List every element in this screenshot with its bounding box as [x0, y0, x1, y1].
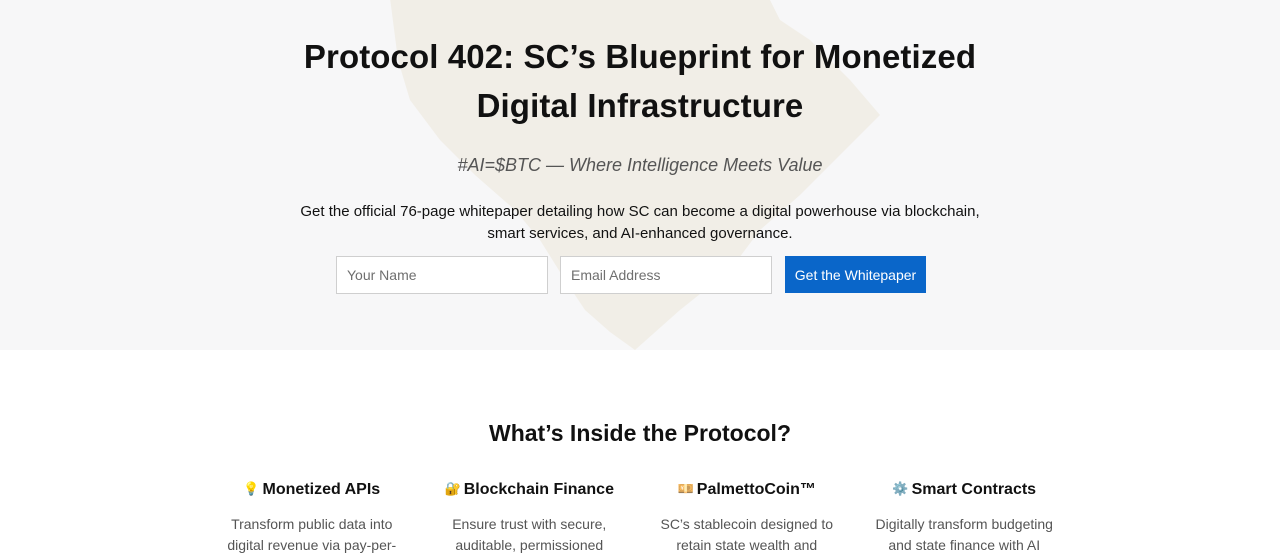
feature-description-line: and state finance with AI — [888, 537, 1041, 553]
feature-card-monetized-apis: 💡 Monetized APIs Transform public data in… — [203, 478, 421, 555]
feature-title: Smart Contracts — [911, 481, 1037, 498]
page-title: Protocol 402: SC’s Blueprint for Monetiz… — [0, 0, 1280, 130]
feature-heading: 💴 PalmettoCoin™ — [638, 478, 856, 501]
get-whitepaper-button[interactable]: Get the Whitepaper — [785, 256, 926, 293]
intro-text-line-2: smart services, and AI-enhanced governan… — [487, 225, 793, 242]
feature-description: SC’s stablecoin designed to retain state… — [654, 514, 839, 555]
feature-card-blockchain-finance: 🔐 Blockchain Finance Ensure trust with se… — [421, 478, 639, 555]
feature-description: Ensure trust with secure, auditable, per… — [437, 514, 622, 555]
feature-description-line: SC’s stablecoin designed to — [660, 516, 834, 532]
tagline: #AI=$BTC — Where Intelligence Meets Valu… — [457, 155, 823, 175]
gear-icon: ⚙️ — [892, 481, 909, 496]
features-section: What’s Inside the Protocol? 💡 Monetized A… — [0, 350, 1280, 555]
feature-card-palmettocoin: 💴 PalmettoCoin™ SC’s stablecoin designed … — [638, 478, 856, 555]
lock-with-key-icon: 🔐 — [444, 481, 461, 496]
feature-title: PalmettoCoin™ — [696, 481, 816, 498]
feature-description-line: Digitally transform budgeting — [875, 516, 1053, 532]
page-title-line-1: Protocol 402: SC’s Blueprint for Monetiz… — [303, 38, 977, 75]
feature-description-line: digital revenue via pay-per- — [227, 537, 397, 553]
feature-description-line: Transform public data into — [231, 516, 393, 532]
feature-card-smart-contracts: ⚙️ Smart Contracts Digitally transform bu… — [856, 478, 1074, 555]
feature-description-line: retain state wealth and — [676, 537, 818, 553]
feature-heading: ⚙️ Smart Contracts — [856, 478, 1074, 501]
whitepaper-form: Get the Whitepaper — [336, 256, 926, 294]
features-title: What’s Inside the Protocol? — [489, 420, 791, 446]
feature-description-line: auditable, permissioned — [455, 537, 604, 553]
name-input[interactable] — [336, 256, 548, 294]
email-input[interactable] — [560, 256, 772, 294]
feature-description: Transform public data into digital reven… — [219, 514, 404, 555]
lightbulb-icon: 💡 — [243, 481, 260, 496]
hero-section: Protocol 402: SC’s Blueprint for Monetiz… — [0, 0, 1280, 350]
feature-description: Digitally transform budgeting and state … — [872, 514, 1057, 555]
banknote-icon: 💴 — [677, 481, 694, 496]
feature-description-line: Ensure trust with secure, — [452, 516, 607, 532]
feature-title: Monetized APIs — [262, 481, 381, 498]
feature-heading: 💡 Monetized APIs — [203, 478, 421, 501]
feature-grid: 💡 Monetized APIs Transform public data in… — [203, 478, 1073, 555]
feature-title: Blockchain Finance — [463, 481, 614, 498]
page-title-line-2: Digital Infrastructure — [476, 87, 804, 124]
intro-text: Get the official 76-page whitepaper deta… — [290, 201, 990, 245]
intro-text-line-1: Get the official 76-page whitepaper deta… — [300, 203, 980, 220]
feature-heading: 🔐 Blockchain Finance — [421, 478, 639, 501]
